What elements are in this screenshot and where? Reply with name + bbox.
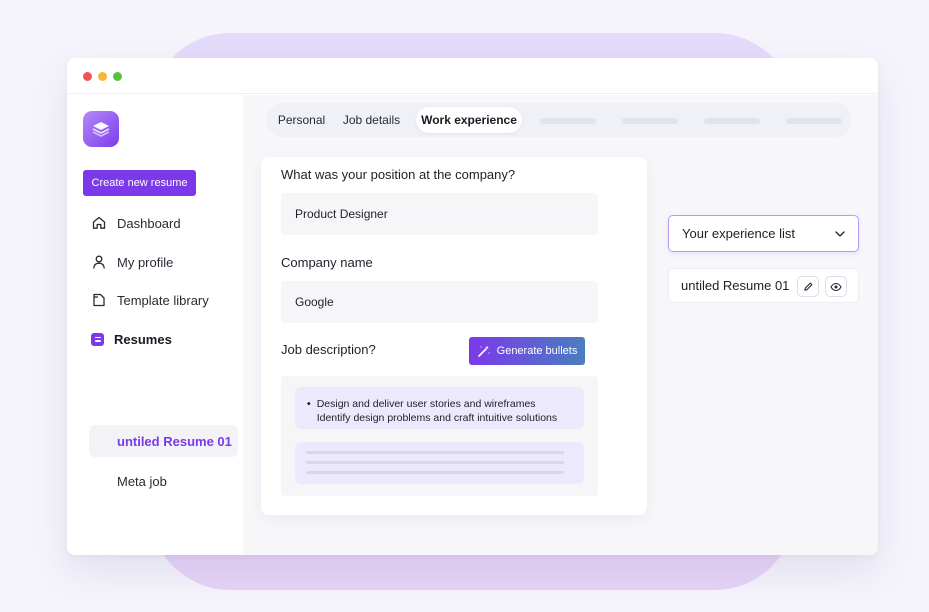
tab-placeholder (786, 118, 842, 124)
experience-item-label: untiled Resume 01 (681, 278, 790, 293)
file-icon (93, 293, 105, 307)
position-label: What was your position at the company? (281, 167, 516, 182)
preview-button[interactable] (825, 276, 847, 297)
eye-icon (830, 282, 842, 291)
sidebar-item-label: Template library (117, 292, 209, 308)
tab-placeholder (622, 118, 678, 124)
job-description-area[interactable]: • Design and deliver user stories and wi… (281, 376, 598, 496)
title-bar (67, 58, 878, 94)
main-content: Personal Job details Work experience Wha… (243, 95, 878, 555)
tab-personal[interactable]: Personal (270, 107, 333, 133)
tab-work-experience[interactable]: Work experience (416, 107, 522, 133)
sidebar-item-label: Dashboard (117, 215, 181, 231)
edit-button[interactable] (797, 276, 819, 297)
tab-placeholder (704, 118, 760, 124)
sidebar-item-label: Resumes (114, 331, 172, 347)
user-icon (93, 255, 105, 269)
sidebar-item-my-profile[interactable]: My profile (91, 252, 173, 272)
company-label: Company name (281, 255, 373, 270)
job-description-label: Job description? (281, 342, 376, 357)
resume-item-untiled-resume-01[interactable]: untiled Resume 01 (89, 425, 238, 457)
bullet-dot: • (307, 398, 311, 410)
step-tabs: Personal Job details Work experience (266, 103, 852, 137)
placeholder-line (306, 471, 564, 474)
sidebar-item-template-library[interactable]: Template library (91, 290, 209, 310)
placeholder-line (306, 451, 564, 454)
home-icon (92, 216, 106, 229)
create-new-resume-button[interactable]: Create new resume (83, 170, 196, 196)
layers-icon[interactable] (83, 111, 119, 147)
experience-list-select[interactable]: Your experience list (668, 215, 859, 252)
position-input[interactable]: Product Designer (281, 193, 598, 235)
generate-bullets-label: Generate bullets (496, 345, 578, 357)
bullet-text: Design and deliver user stories and wire… (316, 398, 558, 424)
experience-select-label: Your experience list (682, 226, 795, 241)
resume-icon (91, 332, 104, 346)
work-experience-form: What was your position at the company? P… (261, 157, 647, 515)
sidebar-item-label: My profile (117, 254, 174, 270)
maximize-window-dot[interactable] (113, 72, 122, 81)
tab-job-details[interactable]: Job details (337, 107, 406, 133)
experience-list-item[interactable]: untiled Resume 01 (668, 268, 859, 303)
minimize-window-dot[interactable] (98, 72, 107, 81)
app-window: Create new resume Dashboard My profile T… (67, 58, 878, 555)
placeholder-line (306, 461, 564, 464)
tab-placeholder (540, 118, 596, 124)
chevron-down-icon (835, 230, 845, 237)
description-bullet[interactable]: • Design and deliver user stories and wi… (295, 387, 584, 429)
sidebar: Create new resume Dashboard My profile T… (67, 95, 243, 555)
generate-bullets-button[interactable]: Generate bullets (469, 337, 585, 365)
company-input[interactable]: Google (281, 281, 598, 323)
resume-item-meta-job[interactable]: Meta job (89, 465, 238, 497)
magic-wand-icon (477, 345, 490, 357)
sidebar-item-dashboard[interactable]: Dashboard (91, 213, 181, 233)
resume-item-label: Meta job (117, 473, 167, 489)
close-window-dot[interactable] (83, 72, 92, 81)
pencil-icon (803, 282, 812, 291)
sidebar-item-resumes[interactable]: Resumes (91, 329, 172, 349)
description-placeholder-bullet (295, 442, 584, 484)
resume-item-label: untiled Resume 01 (117, 433, 232, 449)
